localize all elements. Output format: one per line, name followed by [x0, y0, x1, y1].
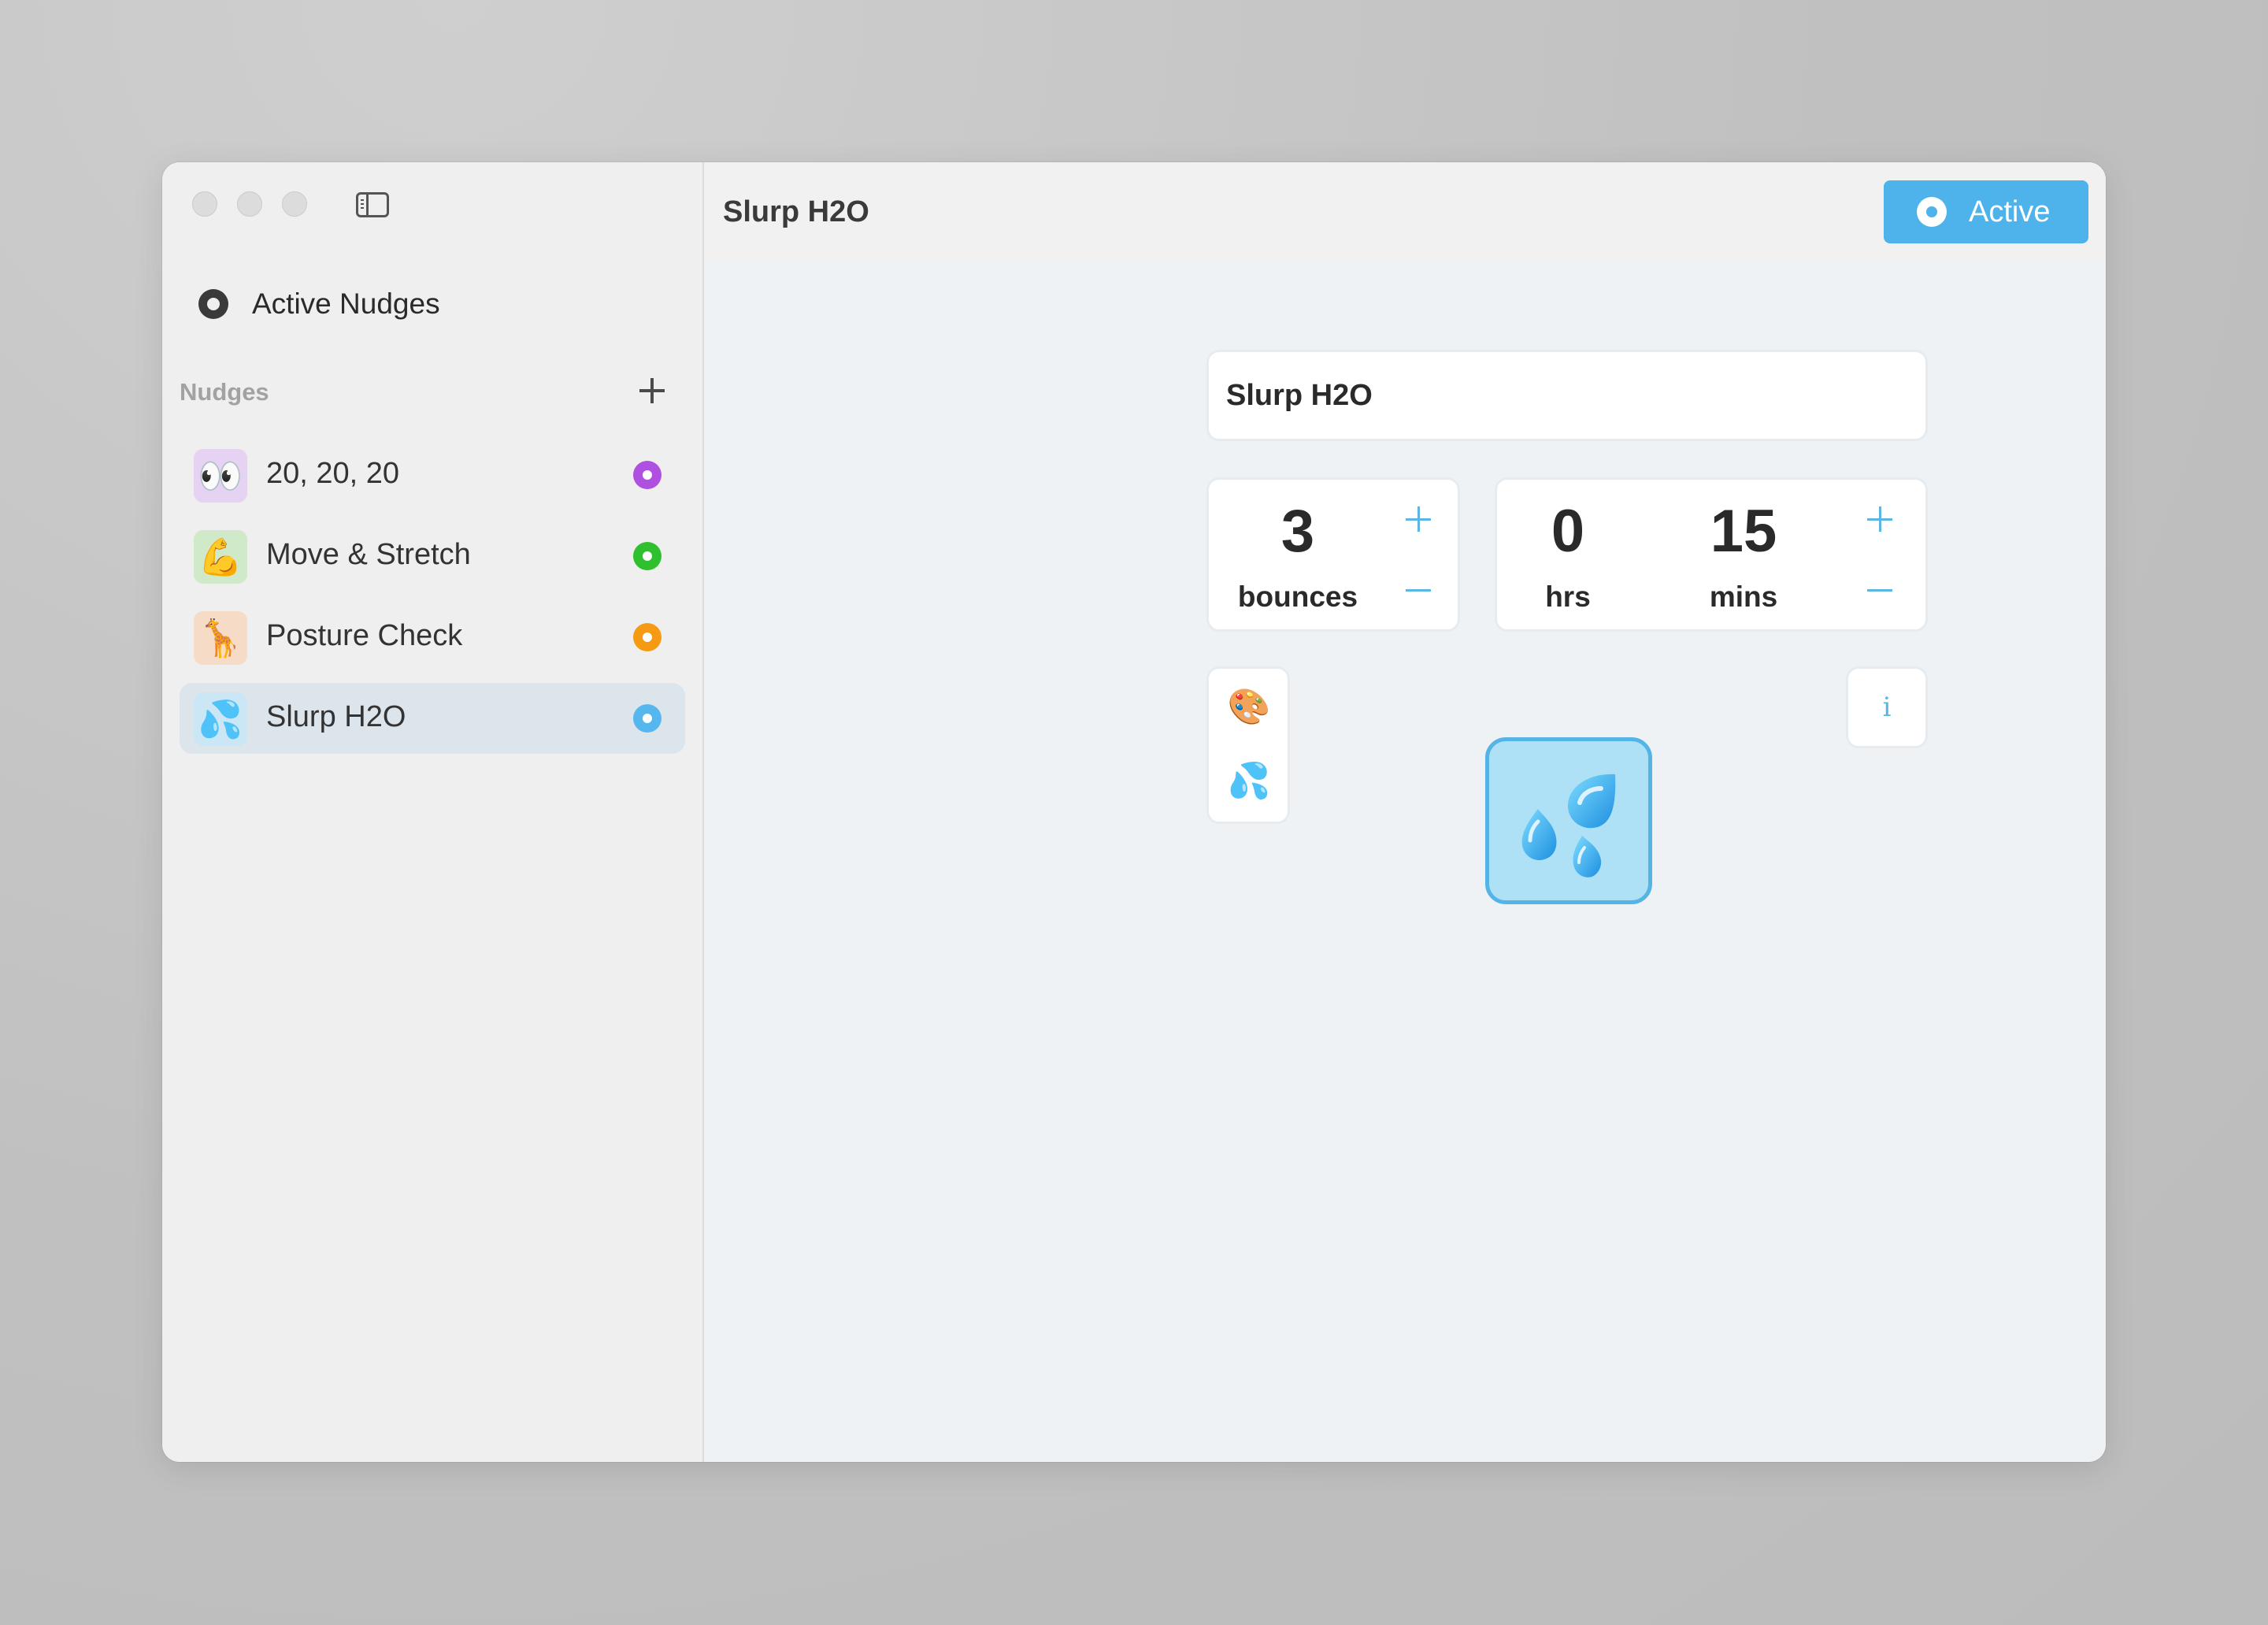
- minutes-unit-label: mins: [1709, 581, 1778, 613]
- sweat-droplets-icon: [1521, 774, 1616, 877]
- status-dot: [633, 704, 662, 733]
- bounces-unit-label: bounces: [1237, 581, 1358, 613]
- interval-decrement-button[interactable]: [1864, 574, 1896, 606]
- hours-unit-label: hrs: [1545, 581, 1591, 613]
- sidebar-item-label: Move & Stretch: [266, 538, 471, 571]
- appearance-toolbox: 🎨 💦: [1206, 666, 1290, 824]
- bounces-increment-button[interactable]: [1403, 503, 1434, 535]
- active-toggle-button[interactable]: Active: [1884, 180, 2088, 243]
- status-dot: [633, 542, 662, 570]
- bounces-stepper: 3 bounces: [1206, 477, 1460, 632]
- sidebar-item-label: Slurp H2O: [266, 700, 406, 733]
- flexed-biceps-icon: 💪: [194, 530, 247, 584]
- sidebar: Active Nudges Nudges 👀 20, 20, 20 💪 Move…: [162, 162, 704, 1462]
- sidebar-item-label: Posture Check: [266, 619, 463, 652]
- active-nudges-label: Active Nudges: [252, 288, 440, 320]
- app-window: Active Nudges Nudges 👀 20, 20, 20 💪 Move…: [162, 162, 2106, 1462]
- palette-icon[interactable]: 🎨: [1226, 685, 1272, 730]
- sidebar-item-move-stretch[interactable]: 💪 Move & Stretch: [180, 521, 685, 592]
- minimize-button[interactable]: [237, 191, 262, 217]
- bounces-value: 3: [1280, 498, 1315, 565]
- sidebar-item-20-20-20[interactable]: 👀 20, 20, 20: [180, 440, 685, 510]
- status-dot: [633, 623, 662, 651]
- sweat-droplets-icon: 💦: [194, 692, 247, 746]
- add-nudge-icon[interactable]: [636, 375, 668, 406]
- sidebar-item-posture-check[interactable]: 🦒 Posture Check: [180, 602, 685, 673]
- interval-increment-button[interactable]: [1864, 503, 1896, 535]
- emoji-picker-icon[interactable]: 💦: [1226, 759, 1272, 804]
- nudge-name-input[interactable]: [1206, 350, 1928, 441]
- page-title: Slurp H2O: [723, 195, 869, 228]
- eyes-icon: 👀: [194, 449, 247, 503]
- interval-stepper: 0 hrs 15 mins: [1495, 477, 1928, 632]
- hours-value: 0: [1551, 498, 1585, 565]
- bounces-decrement-button[interactable]: [1403, 574, 1434, 606]
- sidebar-item-label: 20, 20, 20: [266, 457, 400, 490]
- active-nudges-link[interactable]: Active Nudges: [198, 284, 440, 325]
- record-circle-icon: [198, 289, 228, 319]
- sidebar-toggle-icon[interactable]: [356, 192, 389, 217]
- section-title: Nudges: [180, 378, 269, 406]
- info-button[interactable]: i: [1846, 666, 1928, 748]
- nudge-preview-tile: [1485, 737, 1652, 904]
- zoom-button[interactable]: [282, 191, 307, 217]
- status-dot: [633, 461, 662, 489]
- giraffe-icon: 🦒: [194, 611, 247, 665]
- active-button-label: Active: [1969, 195, 2051, 228]
- minutes-value: 15: [1710, 498, 1777, 565]
- sidebar-item-slurp-h2o[interactable]: 💦 Slurp H2O: [180, 683, 685, 754]
- record-circle-icon: [1917, 197, 1947, 227]
- detail-pane: Slurp H2O Active 3 bounces 0 hrs 15 mins…: [704, 162, 2106, 1462]
- close-button[interactable]: [192, 191, 217, 217]
- nudges-section-header: Nudges: [180, 370, 668, 414]
- toolbar: Slurp H2O Active: [704, 162, 2106, 262]
